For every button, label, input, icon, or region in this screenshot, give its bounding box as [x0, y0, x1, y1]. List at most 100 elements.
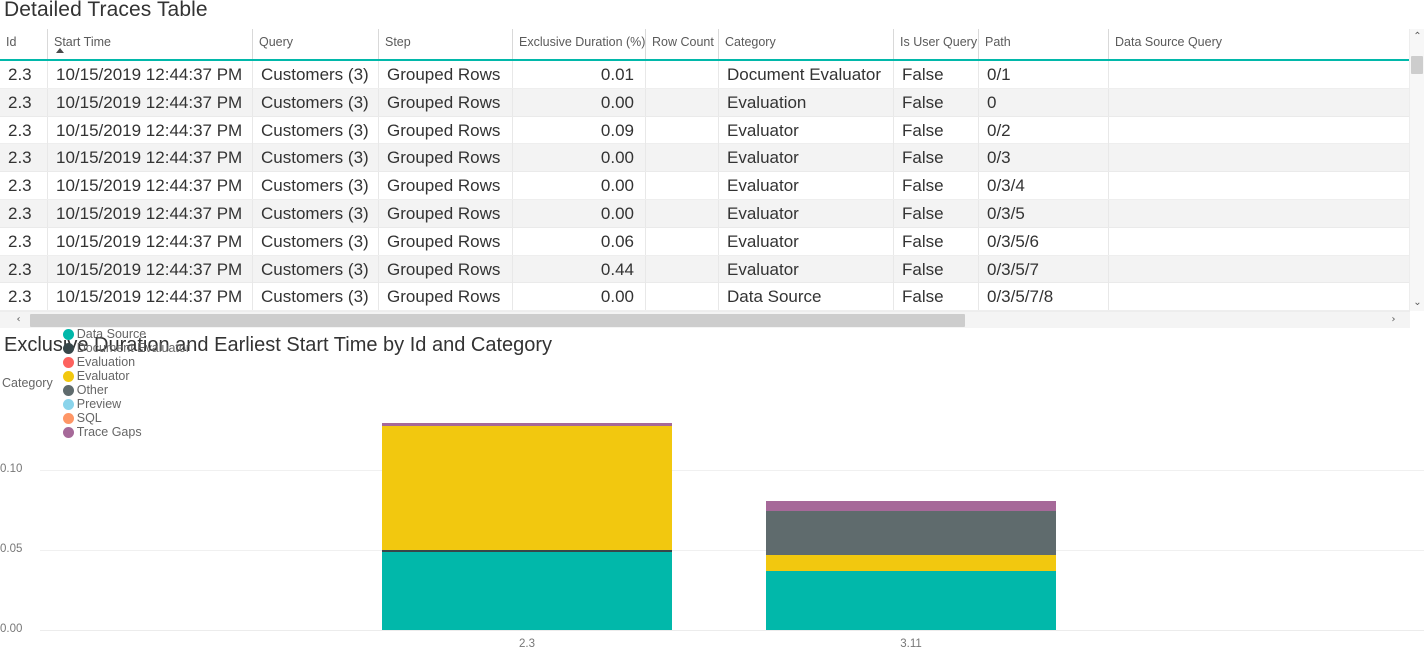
- cell-category: Evaluator: [718, 172, 893, 199]
- column-header-label: Id: [6, 35, 16, 49]
- cell-rowcount: [645, 89, 718, 116]
- cell-start: 10/15/2019 12:44:37 PM: [47, 228, 252, 255]
- table-row[interactable]: 2.310/15/2019 12:44:37 PMCustomers (3)Gr…: [0, 117, 1410, 145]
- cell-excl: 0.06: [512, 228, 645, 255]
- cell-step: Grouped Rows: [378, 144, 512, 171]
- bar-3.11[interactable]: [766, 501, 1056, 630]
- cell-rowcount: [645, 61, 718, 88]
- cell-rowcount: [645, 256, 718, 283]
- bar-segment-other[interactable]: [766, 511, 1056, 555]
- grid-body[interactable]: 2.310/15/2019 12:44:37 PMCustomers (3)Gr…: [0, 61, 1410, 311]
- traces-grid[interactable]: Id Start Time Query StepExclusive Duration …: [0, 29, 1410, 311]
- cell-category: Evaluator: [718, 228, 893, 255]
- cell-category: Evaluation: [718, 89, 893, 116]
- cell-step: Grouped Rows: [378, 228, 512, 255]
- cell-id: 2.3: [0, 117, 47, 144]
- cell-path: 0/2: [978, 117, 1108, 144]
- cell-rowcount: [645, 117, 718, 144]
- cell-category: Evaluator: [718, 144, 893, 171]
- cell-query: Customers (3): [252, 144, 378, 171]
- horizontal-scrollbar-thumb[interactable]: [30, 314, 965, 327]
- cell-query: Customers (3): [252, 200, 378, 227]
- legend-item-evaluator[interactable]: Evaluator: [63, 369, 190, 383]
- column-header-category[interactable]: Category: [718, 29, 893, 59]
- stacked-bar-chart-visual: Exclusive Duration and Earliest Start Ti…: [0, 332, 1424, 672]
- cell-category: Evaluator: [718, 256, 893, 283]
- legend-swatch-icon: [63, 329, 74, 340]
- cell-isuser: False: [893, 283, 978, 310]
- column-header-rowcount[interactable]: Row Count: [645, 29, 718, 59]
- cell-excl: 0.00: [512, 144, 645, 171]
- legend-item-label: Evaluator: [77, 369, 130, 383]
- cell-id: 2.3: [0, 172, 47, 199]
- scroll-left-icon[interactable]: ‹: [10, 312, 27, 328]
- cell-path: 0/3/5/7/8: [978, 283, 1108, 310]
- cell-excl: 0.00: [512, 200, 645, 227]
- cell-query: Customers (3): [252, 256, 378, 283]
- page-title: Detailed Traces Table: [4, 0, 208, 22]
- bar-segment-evaluator[interactable]: [766, 555, 1056, 571]
- legend-item-data-source[interactable]: Data Source: [63, 327, 190, 341]
- table-row[interactable]: 2.310/15/2019 12:44:37 PMCustomers (3)Gr…: [0, 256, 1410, 284]
- column-header-isuser[interactable]: Is User Query: [893, 29, 978, 59]
- legend-swatch-icon: [63, 371, 74, 382]
- bar-2.3[interactable]: [382, 423, 672, 630]
- vertical-scrollbar[interactable]: ⌃ ⌄: [1409, 29, 1424, 311]
- column-header-path[interactable]: Path: [978, 29, 1108, 59]
- column-header-start[interactable]: Start Time: [47, 29, 252, 59]
- gridline: [40, 630, 1424, 631]
- bar-segment-data-source[interactable]: [382, 552, 672, 630]
- table-row[interactable]: 2.310/15/2019 12:44:37 PMCustomers (3)Gr…: [0, 200, 1410, 228]
- table-row[interactable]: 2.310/15/2019 12:44:37 PMCustomers (3)Gr…: [0, 228, 1410, 256]
- cell-dsquery: [1108, 61, 1395, 88]
- cell-rowcount: [645, 228, 718, 255]
- column-header-step[interactable]: Step: [378, 29, 512, 59]
- cell-id: 2.3: [0, 228, 47, 255]
- table-row[interactable]: 2.310/15/2019 12:44:37 PMCustomers (3)Gr…: [0, 61, 1410, 89]
- cell-step: Grouped Rows: [378, 283, 512, 310]
- column-header-excl[interactable]: Exclusive Duration (%): [512, 29, 645, 59]
- cell-query: Customers (3): [252, 172, 378, 199]
- cell-excl: 0.00: [512, 172, 645, 199]
- table-row[interactable]: 2.310/15/2019 12:44:37 PMCustomers (3)Gr…: [0, 89, 1410, 117]
- cell-excl: 0.09: [512, 117, 645, 144]
- cell-dsquery: [1108, 117, 1395, 144]
- scroll-up-icon[interactable]: ⌃: [1410, 29, 1424, 45]
- cell-start: 10/15/2019 12:44:37 PM: [47, 200, 252, 227]
- legend-swatch-icon: [63, 357, 74, 368]
- cell-step: Grouped Rows: [378, 61, 512, 88]
- scroll-down-icon[interactable]: ⌄: [1410, 295, 1424, 311]
- scroll-right-icon[interactable]: ›: [1385, 312, 1402, 328]
- legend-item-other[interactable]: Other: [63, 383, 190, 397]
- column-header-id[interactable]: Id: [0, 29, 47, 59]
- bar-segment-data-source[interactable]: [766, 571, 1056, 630]
- detailed-traces-table-visual: Detailed Traces Table Id Start Time Query S…: [0, 0, 1424, 330]
- table-row[interactable]: 2.310/15/2019 12:44:37 PMCustomers (3)Gr…: [0, 144, 1410, 172]
- bar-segment-trace-gaps[interactable]: [766, 501, 1056, 511]
- cell-isuser: False: [893, 172, 978, 199]
- cell-step: Grouped Rows: [378, 117, 512, 144]
- column-header-label: Query: [259, 35, 293, 49]
- gridline: [40, 470, 1424, 471]
- column-header-dsquery[interactable]: Data Source Query: [1108, 29, 1395, 59]
- cell-start: 10/15/2019 12:44:37 PM: [47, 256, 252, 283]
- cell-path: 0/3: [978, 144, 1108, 171]
- table-row[interactable]: 2.310/15/2019 12:44:37 PMCustomers (3)Gr…: [0, 172, 1410, 200]
- cell-step: Grouped Rows: [378, 89, 512, 116]
- cell-query: Customers (3): [252, 61, 378, 88]
- column-header-label: Start Time: [54, 35, 111, 49]
- cell-rowcount: [645, 172, 718, 199]
- bar-segment-evaluator[interactable]: [382, 426, 672, 550]
- cell-id: 2.3: [0, 283, 47, 310]
- vertical-scrollbar-thumb[interactable]: [1411, 56, 1423, 74]
- horizontal-scrollbar[interactable]: ‹ ›: [0, 311, 1410, 328]
- cell-id: 2.3: [0, 200, 47, 227]
- cell-category: Data Source: [718, 283, 893, 310]
- legend-item-evaluation[interactable]: Evaluation: [63, 355, 190, 369]
- column-header-query[interactable]: Query: [252, 29, 378, 59]
- cell-isuser: False: [893, 144, 978, 171]
- cell-isuser: False: [893, 200, 978, 227]
- table-row[interactable]: 2.310/15/2019 12:44:37 PMCustomers (3)Gr…: [0, 283, 1410, 311]
- gridline: [40, 550, 1424, 551]
- legend-item-document-evaluator[interactable]: Document Evaluator: [63, 341, 190, 355]
